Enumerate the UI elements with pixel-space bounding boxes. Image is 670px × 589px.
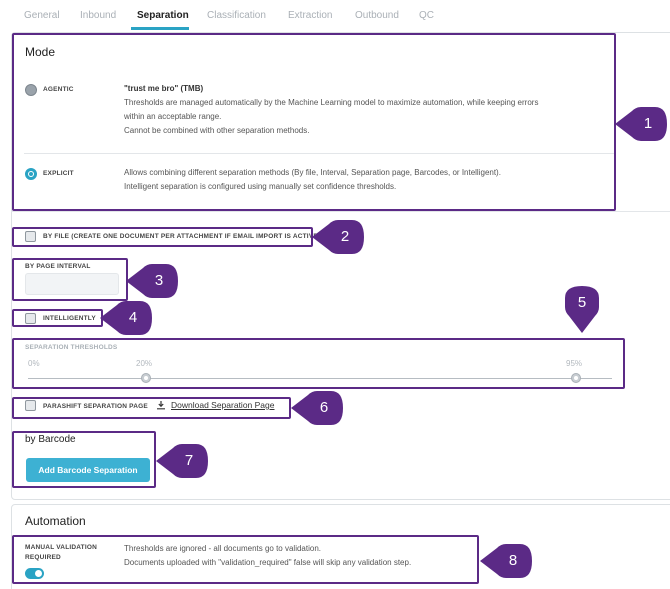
callout-5: 5	[562, 285, 602, 333]
highlight-box-3	[12, 258, 128, 301]
tab-qc[interactable]: QC	[419, 10, 434, 21]
mode-divider	[11, 211, 670, 212]
tab-bar: General Inbound Separation Classificatio…	[0, 0, 670, 32]
tab-inbound[interactable]: Inbound	[80, 10, 116, 21]
tab-outbound[interactable]: Outbound	[355, 10, 399, 21]
highlight-box-1	[12, 33, 616, 211]
tab-general[interactable]: General	[24, 10, 60, 21]
highlight-box-6	[12, 397, 291, 419]
callout-3: 3	[126, 263, 179, 299]
highlight-box-7	[12, 431, 156, 488]
highlight-box-4	[12, 309, 103, 327]
tab-separation[interactable]: Separation	[137, 10, 189, 21]
callout-2: 2	[312, 219, 365, 255]
callout-6: 6	[291, 390, 344, 426]
automation-title: Automation	[25, 514, 86, 528]
highlight-box-2	[12, 227, 313, 247]
tab-classification[interactable]: Classification	[207, 10, 266, 21]
highlight-box-5	[12, 338, 625, 389]
active-tab-indicator	[131, 27, 189, 30]
highlight-box-8	[12, 535, 479, 584]
callout-1: 1	[615, 106, 668, 142]
callout-4: 4	[100, 300, 153, 336]
tab-extraction[interactable]: Extraction	[288, 10, 332, 21]
callout-8: 8	[480, 543, 533, 579]
callout-7: 7	[156, 443, 209, 479]
